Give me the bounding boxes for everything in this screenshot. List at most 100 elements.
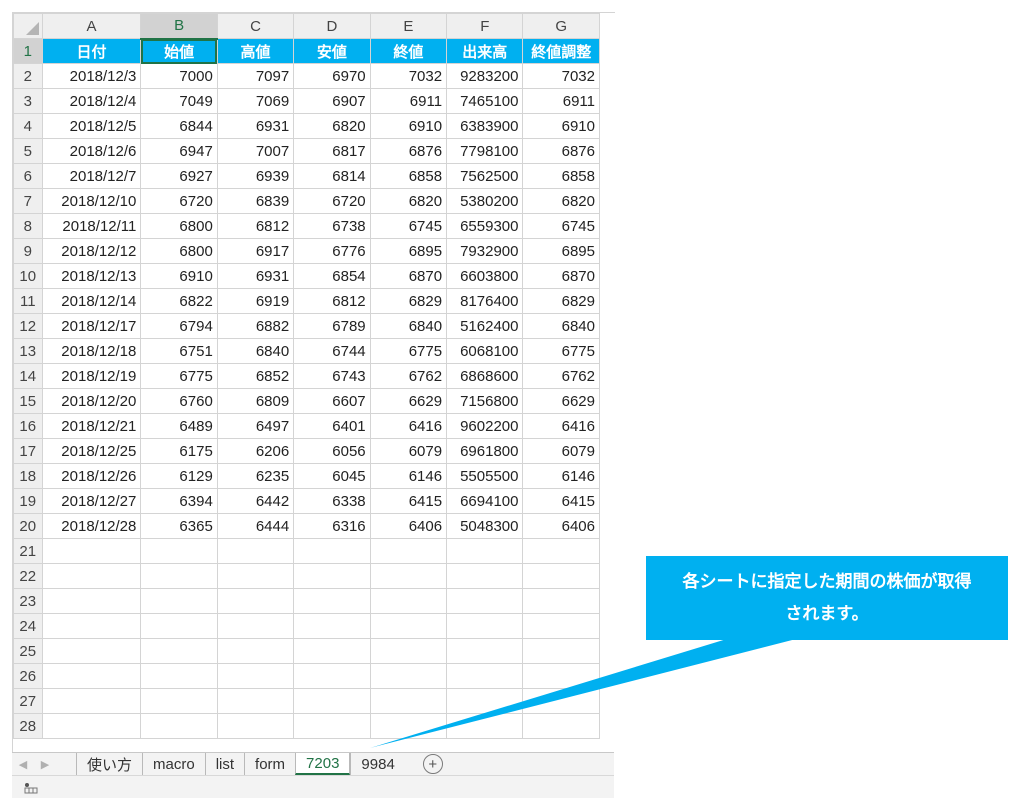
column-header-f[interactable]: F: [446, 13, 524, 39]
empty-cell[interactable]: [140, 613, 218, 639]
date-cell[interactable]: 2018/12/13: [41, 263, 142, 289]
value-cell[interactable]: 6607: [293, 388, 371, 414]
value-cell[interactable]: 6744: [293, 338, 371, 364]
empty-cell[interactable]: [216, 713, 295, 739]
empty-cell[interactable]: [522, 563, 600, 589]
sheet-tab[interactable]: 9984: [350, 753, 404, 775]
value-cell[interactable]: 6911: [369, 88, 448, 114]
value-cell[interactable]: 6895: [369, 238, 448, 264]
value-cell[interactable]: 6820: [369, 188, 448, 214]
row-header[interactable]: 17: [13, 438, 43, 464]
row-header[interactable]: 12: [13, 313, 43, 339]
value-cell[interactable]: 6129: [140, 463, 218, 489]
value-cell[interactable]: 6316: [293, 513, 371, 539]
sheet-tab[interactable]: 7203: [295, 753, 351, 775]
empty-cell[interactable]: [41, 663, 142, 689]
empty-cell[interactable]: [369, 688, 448, 714]
value-cell[interactable]: 6745: [369, 213, 448, 239]
value-cell[interactable]: 6775: [369, 338, 448, 364]
date-cell[interactable]: 2018/12/26: [41, 463, 142, 489]
empty-cell[interactable]: [293, 638, 371, 664]
value-cell[interactable]: 6820: [293, 113, 371, 139]
value-cell[interactable]: 6383900: [446, 113, 524, 139]
row-header[interactable]: 15: [13, 388, 43, 414]
value-cell[interactable]: 9602200: [446, 413, 524, 439]
empty-cell[interactable]: [140, 688, 218, 714]
empty-cell[interactable]: [216, 688, 295, 714]
value-cell[interactable]: 6844: [140, 113, 218, 139]
row-header[interactable]: 26: [13, 663, 43, 689]
value-cell[interactable]: 6809: [216, 388, 295, 414]
empty-cell[interactable]: [446, 588, 524, 614]
value-cell[interactable]: 6406: [522, 513, 600, 539]
empty-cell[interactable]: [41, 563, 142, 589]
value-cell[interactable]: 6444: [216, 513, 295, 539]
row-header[interactable]: 14: [13, 363, 43, 389]
date-cell[interactable]: 2018/12/20: [41, 388, 142, 414]
value-cell[interactable]: 6720: [140, 188, 218, 214]
value-cell[interactable]: 6175: [140, 438, 218, 464]
empty-cell[interactable]: [41, 588, 142, 614]
empty-cell[interactable]: [293, 538, 371, 564]
value-cell[interactable]: 6794: [140, 313, 218, 339]
value-cell[interactable]: 6910: [522, 113, 600, 139]
empty-cell[interactable]: [216, 663, 295, 689]
value-cell[interactable]: 6839: [216, 188, 295, 214]
empty-cell[interactable]: [140, 538, 218, 564]
date-cell[interactable]: 2018/12/28: [41, 513, 142, 539]
value-cell[interactable]: 6858: [522, 163, 600, 189]
value-cell[interactable]: 6870: [369, 263, 448, 289]
date-cell[interactable]: 2018/12/10: [41, 188, 142, 214]
header-cell[interactable]: 安値: [293, 38, 371, 64]
empty-cell[interactable]: [446, 563, 524, 589]
header-cell[interactable]: 日付: [41, 38, 142, 64]
row-header[interactable]: 5: [13, 138, 43, 164]
empty-cell[interactable]: [140, 638, 218, 664]
row-header[interactable]: 19: [13, 488, 43, 514]
empty-cell[interactable]: [446, 663, 524, 689]
value-cell[interactable]: 6775: [522, 338, 600, 364]
empty-cell[interactable]: [41, 613, 142, 639]
empty-cell[interactable]: [216, 588, 295, 614]
date-cell[interactable]: 2018/12/7: [41, 163, 142, 189]
empty-cell[interactable]: [446, 613, 524, 639]
value-cell[interactable]: 6775: [140, 363, 218, 389]
value-cell[interactable]: 6745: [522, 213, 600, 239]
value-cell[interactable]: 6406: [369, 513, 448, 539]
row-header[interactable]: 8: [13, 213, 43, 239]
value-cell[interactable]: 6840: [216, 338, 295, 364]
value-cell[interactable]: 6760: [140, 388, 218, 414]
value-cell[interactable]: 7007: [216, 138, 295, 164]
date-cell[interactable]: 2018/12/17: [41, 313, 142, 339]
spreadsheet-grid[interactable]: ABCDEFG 1 日付 始値 高値 安値 終値 出来高 終値調整 2 2018/12/3 7000…: [12, 12, 615, 753]
value-cell[interactable]: 6852: [216, 363, 295, 389]
value-cell[interactable]: 6497: [216, 413, 295, 439]
empty-cell[interactable]: [140, 663, 218, 689]
value-cell[interactable]: 6820: [522, 188, 600, 214]
value-cell[interactable]: 6854: [293, 263, 371, 289]
value-cell[interactable]: 6751: [140, 338, 218, 364]
value-cell[interactable]: 6079: [522, 438, 600, 464]
empty-cell[interactable]: [41, 688, 142, 714]
empty-cell[interactable]: [41, 538, 142, 564]
empty-cell[interactable]: [216, 563, 295, 589]
value-cell[interactable]: 6970: [293, 63, 371, 89]
value-cell[interactable]: 7798100: [446, 138, 524, 164]
value-cell[interactable]: 6870: [522, 263, 600, 289]
row-header[interactable]: 20: [13, 513, 43, 539]
prev-sheet-icon[interactable]: ◀: [12, 753, 34, 775]
value-cell[interactable]: 6917: [216, 238, 295, 264]
sheet-tab[interactable]: 使い方: [76, 753, 142, 775]
value-cell[interactable]: 6206: [216, 438, 295, 464]
row-header[interactable]: 10: [13, 263, 43, 289]
header-cell[interactable]: 終値: [369, 38, 448, 64]
row-header[interactable]: 28: [13, 713, 43, 739]
empty-cell[interactable]: [369, 713, 448, 739]
value-cell[interactable]: 6840: [522, 313, 600, 339]
value-cell[interactable]: 6442: [216, 488, 295, 514]
value-cell[interactable]: 6876: [369, 138, 448, 164]
value-cell[interactable]: 6235: [216, 463, 295, 489]
value-cell[interactable]: 7156800: [446, 388, 524, 414]
value-cell[interactable]: 7032: [522, 63, 600, 89]
empty-cell[interactable]: [522, 663, 600, 689]
